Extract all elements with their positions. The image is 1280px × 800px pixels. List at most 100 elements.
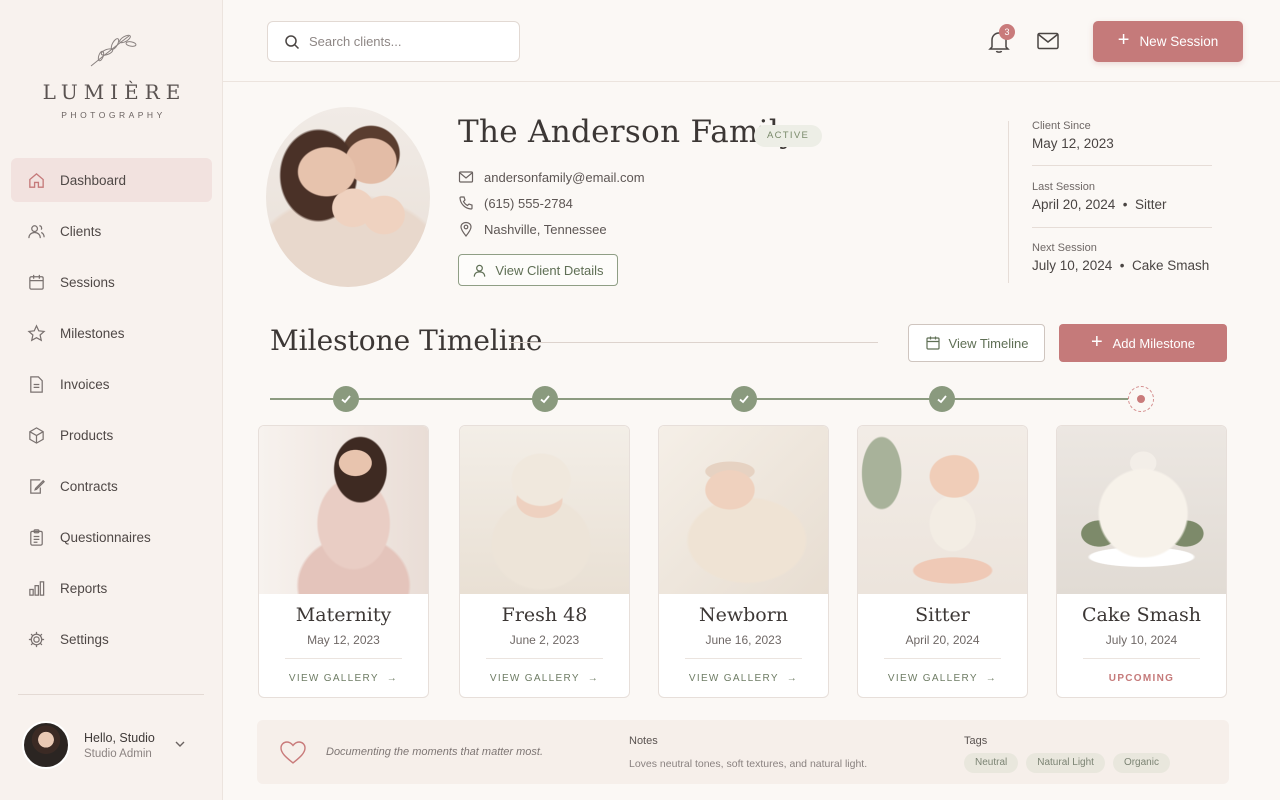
card-divider [486, 658, 603, 659]
tag-list: Neutral Natural Light Organic [964, 753, 1178, 773]
mail-icon[interactable] [1036, 30, 1060, 52]
sidebar-item-invoices[interactable]: Invoices [11, 362, 212, 406]
sidebar-divider [18, 694, 204, 695]
view-gallery-link[interactable]: VIEW GALLERY → [858, 673, 1027, 684]
milestone-title: Newborn [698, 604, 789, 626]
info-divider [1008, 121, 1009, 283]
card-divider [685, 658, 802, 659]
sidebar-item-products[interactable]: Products [11, 413, 212, 457]
fresh48-photo [460, 426, 629, 594]
sidebar-item-questionnaires[interactable]: Questionnaires [11, 515, 212, 559]
notes-bar: Documenting the moments that matter most… [257, 720, 1229, 784]
view-gallery-link[interactable]: VIEW GALLERY → [659, 673, 828, 684]
sidebar-item-dashboard[interactable]: Dashboard [11, 158, 212, 202]
tag-neutral[interactable]: Neutral [964, 753, 1019, 773]
sidebar-nav: Dashboard Clients Sessions Milestones In… [11, 158, 212, 668]
notes-label: Notes [629, 735, 658, 747]
top-bar: 3 + New Session [223, 0, 1280, 82]
view-timeline-label: View Timeline [948, 335, 1029, 351]
milestone-card-newborn[interactable]: Newborn June 16, 2023 VIEW GALLERY → [658, 425, 829, 698]
last-session-value: April 20, 2024 • Sitter [1032, 197, 1167, 212]
sidebar-item-reports[interactable]: Reports [11, 566, 212, 610]
client-location-text: Nashville, Tennessee [484, 221, 607, 237]
milestone-card-sitter[interactable]: Sitter April 20, 2024 VIEW GALLERY → [857, 425, 1028, 698]
sidebar-item-label: Reports [60, 580, 108, 596]
milestone-date: July 10, 2024 [1105, 633, 1178, 647]
check-icon [739, 395, 749, 404]
client-phone[interactable]: (615) 555-2784 [458, 195, 573, 211]
status-badge: ACTIVE [754, 125, 823, 147]
view-timeline-button[interactable]: View Timeline [908, 324, 1045, 362]
sidebar: LUMIÈRE PHOTOGRAPHY Dashboard Clients Se… [0, 0, 223, 800]
timeline-upcoming-marker [1128, 386, 1154, 412]
client-email[interactable]: andersonfamily@email.com [458, 169, 645, 185]
last-session-label: Last Session [1032, 181, 1095, 193]
sidebar-item-label: Products [60, 427, 114, 443]
sidebar-item-sessions[interactable]: Sessions [11, 260, 212, 304]
envelope-icon [458, 171, 474, 183]
notification-badge: 3 [999, 24, 1015, 40]
sidebar-item-milestones[interactable]: Milestones [11, 311, 212, 355]
newborn-photo [659, 426, 828, 594]
sidebar-item-label: Settings [60, 631, 109, 647]
milestone-card-maternity[interactable]: Maternity May 12, 2023 VIEW GALLERY → [258, 425, 429, 698]
bar-chart-icon [26, 578, 46, 598]
location-pin-icon [460, 221, 472, 237]
star-icon [26, 323, 46, 343]
sitter-photo [858, 426, 1027, 594]
box-icon [26, 425, 46, 445]
sidebar-item-label: Invoices [60, 376, 110, 392]
sidebar-item-clients[interactable]: Clients [11, 209, 212, 253]
tag-natural-light[interactable]: Natural Light [1026, 753, 1105, 773]
add-milestone-button[interactable]: + Add Milestone [1059, 324, 1227, 362]
last-session: Last Session April 20, 2024 • Sitter [1032, 181, 1212, 212]
home-icon [26, 170, 46, 190]
check-icon [937, 395, 947, 404]
clipboard-icon [26, 527, 46, 547]
timeline-check-newborn [731, 386, 757, 412]
milestone-date: June 2, 2023 [509, 633, 580, 647]
tag-organic[interactable]: Organic [1112, 753, 1170, 773]
title-rule [510, 342, 878, 343]
sidebar-item-label: Clients [60, 223, 102, 239]
view-gallery-link[interactable]: VIEW GALLERY → [460, 673, 629, 684]
info-separator [1032, 165, 1212, 166]
new-session-button[interactable]: + New Session [1093, 21, 1243, 62]
sidebar-item-contracts[interactable]: Contracts [11, 464, 212, 508]
users-icon [26, 221, 46, 241]
leaf-branch-icon [90, 34, 136, 67]
user-greeting: Hello, Studio [84, 730, 155, 745]
milestone-title: Fresh 48 [501, 604, 588, 626]
client-since-label: Client Since [1032, 120, 1091, 132]
client-since: Client Since May 12, 2023 [1032, 120, 1212, 151]
milestone-card-cake-smash[interactable]: Cake Smash July 10, 2024 UPCOMING [1056, 425, 1227, 698]
check-icon [341, 395, 351, 404]
brand-logo[interactable]: LUMIÈRE PHOTOGRAPHY [0, 30, 223, 120]
add-milestone-label: Add Milestone [1112, 335, 1196, 351]
timeline-check-sitter [929, 386, 955, 412]
heart-icon [280, 741, 306, 764]
plus-icon: + [1090, 330, 1103, 353]
sidebar-item-label: Questionnaires [60, 529, 151, 545]
search-input[interactable] [309, 34, 509, 49]
sidebar-item-settings[interactable]: Settings [11, 617, 212, 661]
new-session-label: New Session [1139, 34, 1219, 49]
sidebar-item-label: Milestones [60, 325, 125, 341]
user-icon [474, 264, 486, 277]
view-client-details-button[interactable]: View Client Details [458, 254, 618, 286]
cake-smash-photo [1057, 426, 1226, 594]
avatar [22, 721, 70, 769]
client-family-photo [266, 107, 430, 287]
calendar-icon [26, 272, 46, 292]
chevron-down-icon[interactable] [174, 738, 186, 750]
next-session-value: July 10, 2024 • Cake Smash [1032, 258, 1210, 273]
milestone-title: Sitter [915, 604, 970, 626]
search-box[interactable] [267, 21, 520, 62]
tagline: Documenting the moments that matter most… [326, 746, 544, 758]
view-gallery-link[interactable]: VIEW GALLERY → [259, 673, 428, 684]
phone-icon [459, 196, 473, 210]
user-menu[interactable]: Hello, Studio Studio Admin [22, 721, 192, 769]
milestone-date: May 12, 2023 [307, 633, 380, 647]
milestone-card-fresh-48[interactable]: Fresh 48 June 2, 2023 VIEW GALLERY → [459, 425, 630, 698]
view-client-details-label: View Client Details [495, 262, 604, 278]
